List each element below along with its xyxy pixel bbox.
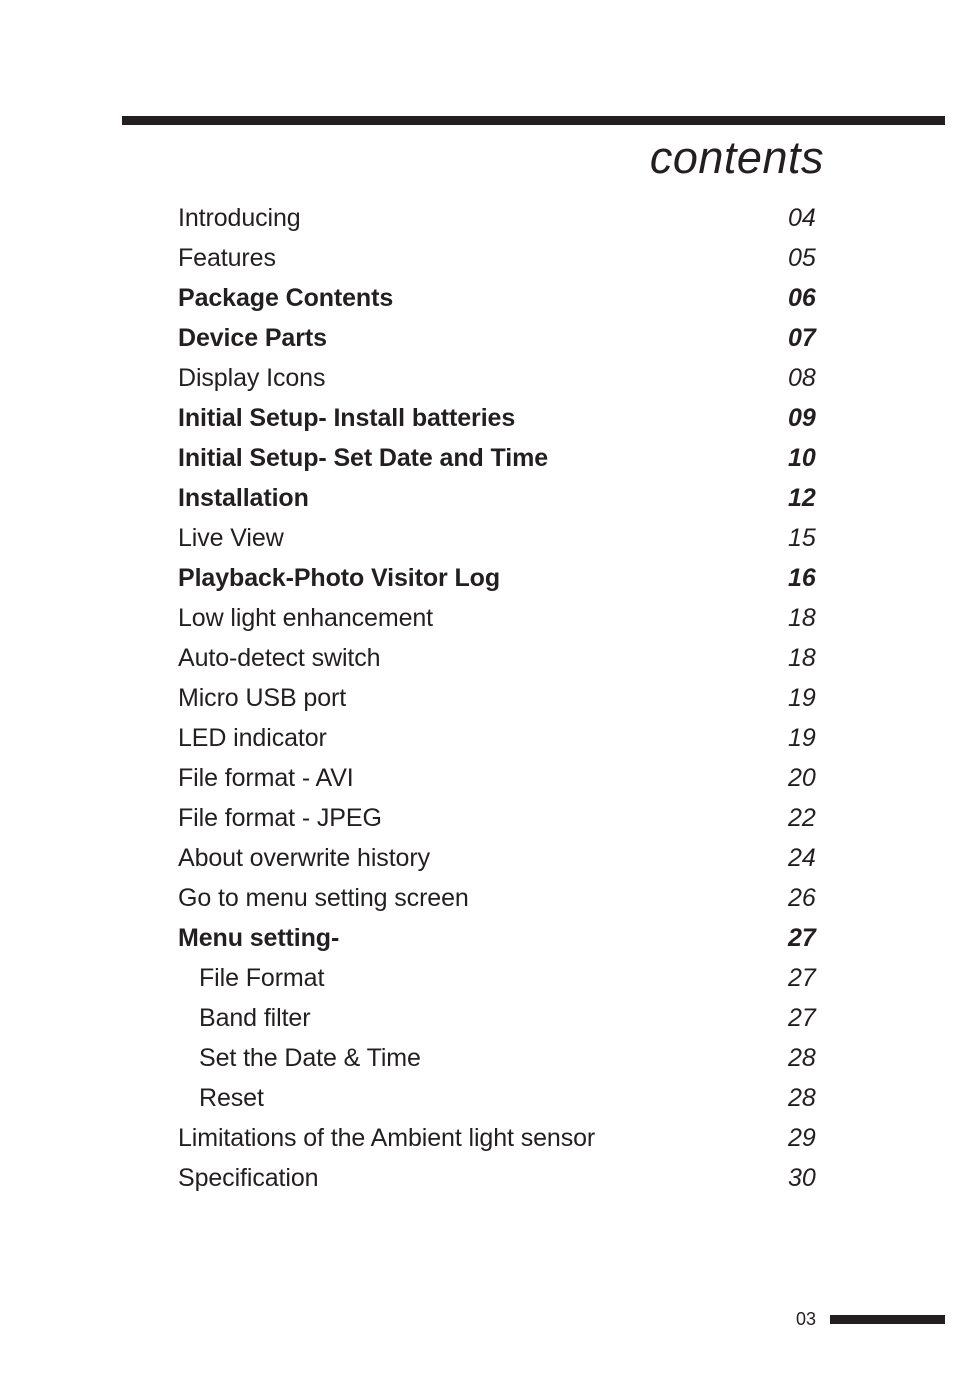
toc-entry[interactable]: Micro USB port 19: [178, 678, 838, 718]
toc-entry-page-number: 26: [788, 884, 816, 912]
toc-entry-page-number: 28: [788, 1084, 816, 1112]
toc-entry[interactable]: File format - JPEG 22: [178, 798, 838, 838]
toc-entry-page-number: 10: [788, 444, 816, 472]
toc-entry-page-number: 30: [788, 1164, 816, 1192]
footer-rule: [830, 1314, 945, 1324]
toc-entry-page-number: 27: [788, 964, 816, 992]
toc-entry-page-number: 19: [788, 724, 816, 752]
toc-entry-label: Installation: [178, 484, 309, 512]
toc-entry-label: Set the Date & Time: [199, 1044, 421, 1072]
toc-entry[interactable]: Device Parts 07: [178, 318, 838, 358]
toc-entry-label: Low light enhancement: [178, 604, 434, 632]
toc-entry-page-number: 28: [788, 1044, 816, 1072]
toc-entry-page-number: 20: [788, 764, 816, 792]
toc-entry[interactable]: Menu setting- 27: [178, 918, 838, 958]
toc-entry-label: Introducing: [178, 204, 301, 232]
toc-entry-page-number: 29: [788, 1124, 816, 1152]
toc-entry-label: Limitations of the Ambient light sensor: [178, 1124, 596, 1152]
toc-entry-label: Auto-detect switch: [178, 644, 381, 672]
toc-entry-label: Features: [178, 244, 276, 272]
toc-entry-page-number: 16: [788, 564, 816, 592]
toc-entry-page-number: 19: [788, 684, 816, 712]
toc-entry[interactable]: Display Icons 08: [178, 358, 838, 398]
toc-entry-label: File format - AVI: [178, 764, 354, 792]
toc-entry-label: LED indicator: [178, 724, 327, 752]
toc-entry-page-number: 18: [788, 644, 816, 672]
toc-entry[interactable]: Introducing 04: [178, 198, 838, 238]
toc-entry-label: File format - JPEG: [178, 804, 382, 832]
toc-entry[interactable]: Features 05: [178, 238, 838, 278]
toc-entry[interactable]: Installation 12: [178, 478, 838, 518]
toc-entry[interactable]: Limitations of the Ambient light sensor 2…: [178, 1118, 838, 1158]
toc-entry-label: Specification: [178, 1164, 319, 1192]
toc-entry[interactable]: Low light enhancement 18: [178, 598, 838, 638]
toc-entry[interactable]: About overwrite history 24: [178, 838, 838, 878]
footer-page-number: 03: [795, 1309, 816, 1329]
toc-entry-label: File Format: [199, 964, 325, 992]
toc-entry-page-number: 22: [788, 804, 816, 832]
toc-entry-label: About overwrite history: [178, 844, 430, 872]
toc-entry[interactable]: Live View 15: [178, 518, 838, 558]
toc-entry[interactable]: Go to menu setting screen 26: [178, 878, 838, 918]
toc-entry-label: Micro USB port: [178, 684, 347, 712]
toc-entry-page-number: 09: [788, 404, 816, 432]
toc-entry-page-number: 12: [788, 484, 816, 512]
toc-entry[interactable]: Reset 28: [178, 1078, 838, 1118]
toc-entry[interactable]: Initial Setup- Set Date and Time 10: [178, 438, 838, 478]
toc-entry-page-number: 18: [788, 604, 816, 632]
toc-entry-page-number: 24: [788, 844, 816, 872]
toc-entry-label: Initial Setup- Install batteries: [178, 404, 516, 432]
toc-entry-page-number: 04: [788, 204, 816, 232]
toc-entry-label: Playback-Photo Visitor Log: [178, 564, 500, 592]
header-rule: [122, 116, 945, 125]
toc-entry-page-number: 27: [788, 1004, 816, 1032]
toc-entry-label: Live View: [178, 524, 284, 552]
page-title: contents: [649, 132, 824, 183]
toc-entry[interactable]: LED indicator 19: [178, 718, 838, 758]
toc-entry-page-number: 05: [788, 244, 816, 272]
toc-entry[interactable]: File format - AVI 20: [178, 758, 838, 798]
toc-entry[interactable]: Playback-Photo Visitor Log 16: [178, 558, 838, 598]
toc-entry-label: Device Parts: [178, 324, 327, 352]
toc-entry[interactable]: Initial Setup- Install batteries 09: [178, 398, 838, 438]
toc-entry-page-number: 27: [788, 924, 816, 952]
toc-entry-page-number: 06: [788, 284, 816, 312]
toc-entry[interactable]: Package Contents 06: [178, 278, 838, 318]
toc-entry[interactable]: Auto-detect switch 18: [178, 638, 838, 678]
toc-entry[interactable]: Set the Date & Time 28: [178, 1038, 838, 1078]
toc-entry-label: Menu setting-: [178, 924, 340, 952]
toc-entry-label: Go to menu setting screen: [178, 884, 469, 912]
toc-entry[interactable]: Band filter 27: [178, 998, 838, 1038]
table-of-contents: Introducing 04 Features 05 Package Contents 0…: [178, 198, 838, 1198]
toc-entry-page-number: 15: [788, 524, 816, 552]
toc-entry[interactable]: Specification 30: [178, 1158, 838, 1198]
toc-entry-label: Initial Setup- Set Date and Time: [178, 444, 549, 472]
toc-entry-label: Band filter: [199, 1004, 311, 1032]
toc-entry-label: Reset: [199, 1084, 264, 1112]
toc-entry-label: Display Icons: [178, 364, 326, 392]
toc-entry[interactable]: File Format 27: [178, 958, 838, 998]
toc-entry-page-number: 07: [788, 324, 816, 352]
document-page: contents Introducing 04 Features 05 Package …: [0, 0, 954, 1380]
toc-entry-page-number: 08: [788, 364, 816, 392]
page-footer: 03: [796, 1310, 945, 1328]
toc-entry-label: Package Contents: [178, 284, 394, 312]
